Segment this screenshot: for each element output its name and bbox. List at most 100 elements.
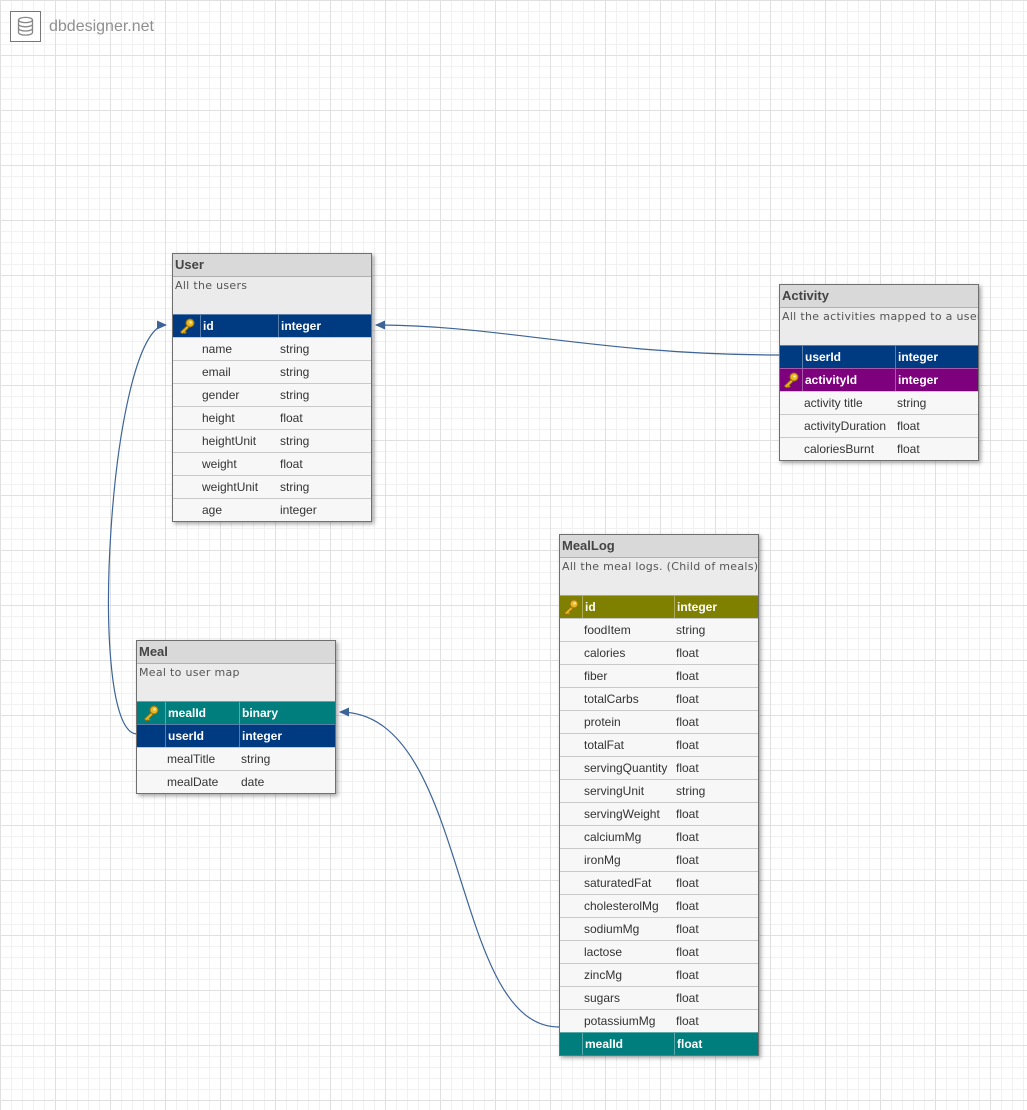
table-title[interactable]: Meal — [137, 641, 335, 664]
field-list: id integer name string email string gender stri… — [173, 314, 371, 521]
field-row-mealid[interactable]: mealId float — [560, 1032, 758, 1055]
field-name: heightUnit — [202, 434, 257, 448]
field-name: id — [200, 315, 278, 337]
field-row-id[interactable]: id integer — [173, 314, 371, 337]
primary-key-icon — [173, 315, 200, 337]
key-slot — [173, 338, 200, 360]
key-slot — [560, 872, 582, 894]
field-row-saturatedfat[interactable]: saturatedFat float — [560, 871, 758, 894]
field-row-weight[interactable]: weight float — [173, 452, 371, 475]
field-name: protein — [584, 715, 621, 729]
key-slot — [780, 415, 802, 437]
key-slot — [137, 771, 165, 793]
field-row-activityduration[interactable]: activityDuration float — [780, 414, 978, 437]
key-slot — [560, 665, 582, 687]
field-row-servingweight[interactable]: servingWeight float — [560, 802, 758, 825]
table-title[interactable]: MealLog — [560, 535, 758, 558]
field-row-height[interactable]: height float — [173, 406, 371, 429]
key-slot — [173, 453, 200, 475]
field-name: calories — [584, 646, 626, 660]
field-row-potassiummg[interactable]: potassiumMg float — [560, 1009, 758, 1032]
field-list: mealId binary userId integer mealTitle string… — [137, 701, 335, 793]
field-row-totalcarbs[interactable]: totalCarbs float — [560, 687, 758, 710]
field-name: ironMg — [584, 853, 621, 867]
field-row-gender[interactable]: gender string — [173, 383, 371, 406]
field-row-servingunit[interactable]: servingUnit string — [560, 779, 758, 802]
field-type: float — [676, 830, 699, 844]
table-meal[interactable]: Meal Meal to user map mealId binary userId… — [136, 640, 336, 794]
field-type: float — [676, 876, 699, 890]
key-slot — [560, 895, 582, 917]
field-type: float — [676, 738, 699, 752]
field-row-mealid[interactable]: mealId binary — [137, 701, 335, 724]
field-row-lactose[interactable]: lactose float — [560, 940, 758, 963]
field-name: foodItem — [584, 623, 631, 637]
field-row-cholesterolmg[interactable]: cholesterolMg float — [560, 894, 758, 917]
table-meallog[interactable]: MealLog All the meal logs. (Child of mea… — [559, 534, 759, 1056]
key-slot — [780, 346, 802, 368]
key-slot — [780, 392, 802, 414]
key-slot — [560, 964, 582, 986]
field-type: float — [676, 991, 699, 1005]
field-row-weightunit[interactable]: weightUnit string — [173, 475, 371, 498]
table-description: All the activities mapped to a userId — [780, 308, 978, 345]
field-row-servingquantity[interactable]: servingQuantity float — [560, 756, 758, 779]
field-row-userid[interactable]: userId integer — [137, 724, 335, 747]
field-row-activity-title[interactable]: activity title string — [780, 391, 978, 414]
field-name: lactose — [584, 945, 623, 959]
table-activity[interactable]: Activity All the activities mapped to a … — [779, 284, 979, 461]
field-row-userid[interactable]: userId integer — [780, 345, 978, 368]
field-name: name — [202, 342, 233, 356]
field-row-totalfat[interactable]: totalFat float — [560, 733, 758, 756]
field-row-name[interactable]: name string — [173, 337, 371, 360]
relationship-links — [107, 320, 781, 1028]
field-row-age[interactable]: age integer — [173, 498, 371, 521]
key-slot — [560, 642, 582, 664]
field-row-fiber[interactable]: fiber float — [560, 664, 758, 687]
field-row-sodiummg[interactable]: sodiumMg float — [560, 917, 758, 940]
key-slot — [560, 711, 582, 733]
database-icon[interactable] — [10, 11, 41, 42]
field-type: float — [676, 922, 699, 936]
key-slot — [137, 748, 165, 770]
field-name: userId — [802, 346, 895, 368]
key-slot — [560, 918, 582, 940]
key-slot — [560, 1033, 582, 1055]
primary-key-icon — [560, 596, 582, 618]
field-row-fooditem[interactable]: foodItem string — [560, 618, 758, 641]
field-row-mealtitle[interactable]: mealTitle string — [137, 747, 335, 770]
field-row-protein[interactable]: protein float — [560, 710, 758, 733]
table-user[interactable]: User All the users id integer name string em… — [172, 253, 372, 522]
field-type: float — [676, 669, 699, 683]
field-row-calciummg[interactable]: calciumMg float — [560, 825, 758, 848]
field-row-ironmg[interactable]: ironMg float — [560, 848, 758, 871]
key-slot — [560, 987, 582, 1009]
field-row-heightunit[interactable]: heightUnit string — [173, 429, 371, 452]
table-title[interactable]: Activity — [780, 285, 978, 308]
field-name: saturatedFat — [584, 876, 652, 890]
field-row-email[interactable]: email string — [173, 360, 371, 383]
field-type: float — [676, 853, 699, 867]
field-name: sodiumMg — [584, 922, 640, 936]
field-row-activityid[interactable]: activityId integer — [780, 368, 978, 391]
field-row-id[interactable]: id integer — [560, 595, 758, 618]
field-name: sugars — [584, 991, 621, 1005]
field-type: float — [676, 807, 699, 821]
field-row-calories[interactable]: calories float — [560, 641, 758, 664]
field-type: string — [280, 434, 310, 448]
field-row-sugars[interactable]: sugars float — [560, 986, 758, 1009]
key-slot — [173, 476, 200, 498]
key-slot — [173, 430, 200, 452]
field-type: float — [897, 419, 920, 433]
field-type: integer — [239, 725, 335, 747]
key-slot — [173, 407, 200, 429]
field-name: activityDuration — [804, 419, 887, 433]
field-row-caloriesburnt[interactable]: caloriesBurnt float — [780, 437, 978, 460]
brand-name[interactable]: dbdesigner.net — [49, 18, 154, 36]
field-row-zincmg[interactable]: zincMg float — [560, 963, 758, 986]
table-title[interactable]: User — [173, 254, 371, 277]
field-row-mealdate[interactable]: mealDate date — [137, 770, 335, 793]
field-type: float — [676, 646, 699, 660]
field-type: integer — [895, 369, 978, 391]
field-name: calciumMg — [584, 830, 642, 844]
